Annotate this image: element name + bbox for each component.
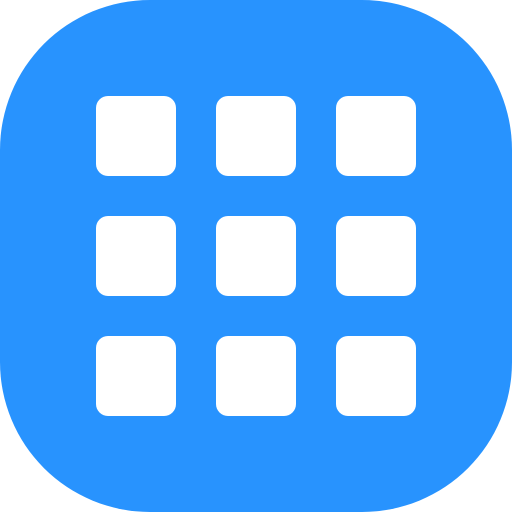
apps-grid-icon[interactable] bbox=[0, 0, 512, 512]
grid-tile-6 bbox=[336, 216, 416, 296]
grid-icon-tiles bbox=[96, 96, 416, 416]
grid-tile-7 bbox=[96, 336, 176, 416]
grid-tile-1 bbox=[96, 96, 176, 176]
grid-tile-4 bbox=[96, 216, 176, 296]
grid-tile-5 bbox=[216, 216, 296, 296]
grid-tile-3 bbox=[336, 96, 416, 176]
grid-tile-8 bbox=[216, 336, 296, 416]
grid-tile-9 bbox=[336, 336, 416, 416]
grid-tile-2 bbox=[216, 96, 296, 176]
